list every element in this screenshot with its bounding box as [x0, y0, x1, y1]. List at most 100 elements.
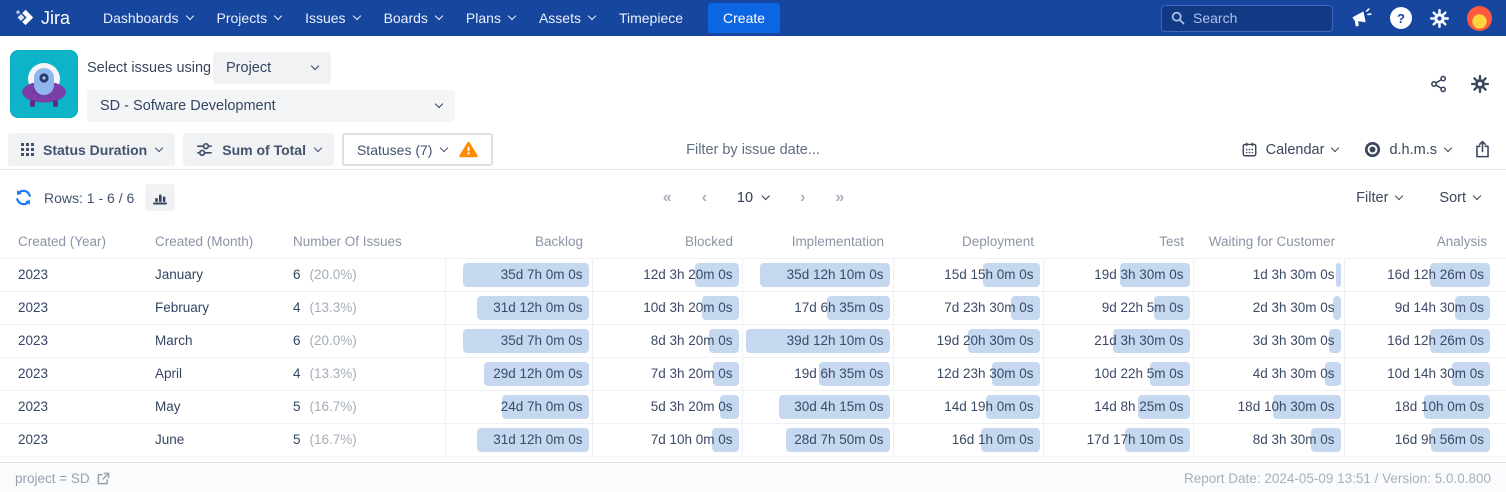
nav-item-label: Timepiece — [618, 10, 684, 26]
cell-duration-implementation: 39d 12h 10m 0s — [741, 323, 893, 357]
jira-logo-icon — [14, 8, 35, 29]
user-avatar[interactable] — [1467, 5, 1492, 31]
duration-value: 15d 15h 0m 0s — [944, 266, 1034, 282]
cell-number-of-issues: 5 (16.7%) — [275, 389, 445, 423]
time-format-value: d.h.m.s — [1389, 141, 1437, 158]
last-page-button[interactable]: » — [835, 189, 844, 207]
cell-created-year: 2023 — [0, 356, 137, 390]
statuses-value: Statuses (7) — [356, 141, 433, 158]
duration-value: 7d 3h 20m 0s — [650, 365, 733, 381]
cell-duration-deployment: 19d 20h 30m 0s — [892, 323, 1043, 357]
global-search[interactable] — [1161, 4, 1333, 32]
duration-value: 18d 10h 30m 0s — [1237, 398, 1335, 414]
duration-value: 21d 3h 30m 0s — [1094, 332, 1184, 348]
column-header-implementation: Implementation — [791, 233, 884, 249]
previous-page-button[interactable]: ‹ — [702, 189, 707, 207]
issue-percentage: (20.0%) — [309, 333, 357, 348]
project-select[interactable]: SD - Sofware Development — [87, 90, 455, 122]
share-icon — [1429, 74, 1449, 94]
brand-text: Jira — [41, 7, 71, 28]
cell-duration-test: 9d 22h 5m 0s — [1042, 290, 1193, 324]
chevron-down-icon — [273, 11, 283, 21]
cell-created-month: February — [137, 290, 275, 324]
duration-value: 18d 10h 0m 0s — [1394, 398, 1484, 414]
nav-item-dashboards[interactable]: Dashboards — [92, 4, 204, 32]
report-type-select[interactable]: Status Duration — [8, 133, 176, 166]
settings-button[interactable] — [1429, 8, 1450, 29]
gear-icon — [1470, 74, 1490, 94]
chart-view-button[interactable] — [145, 184, 176, 211]
jira-logo[interactable]: Jira — [14, 8, 70, 29]
statuses-select[interactable]: Statuses (7) — [341, 133, 494, 166]
search-input[interactable] — [1193, 10, 1318, 26]
cell-duration-blocked: 5d 3h 20m 0s — [591, 389, 742, 423]
external-link-icon[interactable] — [97, 472, 110, 485]
pagination-controls: « ‹ 10 › » — [663, 189, 845, 207]
export-button[interactable] — [1473, 140, 1492, 159]
aggregation-select[interactable]: Sum of Total — [183, 133, 334, 166]
cell-created-month: January — [137, 257, 275, 291]
main-nav: Dashboards Projects Issues Boards Plans Asset… — [92, 4, 694, 32]
search-icon — [1171, 11, 1185, 25]
chevron-down-icon — [1331, 143, 1340, 152]
cell-duration-implementation: 17d 6h 35m 0s — [741, 290, 893, 324]
nav-item-plans[interactable]: Plans — [455, 4, 526, 32]
calendar-select[interactable]: Calendar — [1241, 141, 1340, 158]
refresh-button[interactable] — [14, 188, 33, 207]
filter-label: Filter — [1356, 189, 1389, 206]
time-format-select[interactable]: d.h.m.s — [1364, 141, 1453, 158]
duration-value: 19d 6h 35m 0s — [794, 365, 884, 381]
calendar-icon — [1241, 141, 1258, 158]
issue-count: 4 — [293, 366, 301, 381]
column-header-test: Test — [1159, 233, 1184, 249]
chevron-down-icon — [434, 11, 444, 21]
cell-duration-deployment: 7d 23h 30m 0s — [892, 290, 1043, 324]
sliders-icon — [196, 141, 213, 158]
table-row: 2023 June 5 (16.7%) 31d 12h 0m 0s 7d 10h 0m 0… — [0, 422, 1506, 457]
report-type-value: Status Duration — [43, 141, 148, 158]
help-button[interactable]: ? — [1390, 7, 1412, 29]
nav-item-timepiece[interactable]: Timepiece — [608, 4, 694, 32]
cell-duration-analysis: 10d 14h 30m 0s — [1343, 356, 1506, 390]
issue-source-select[interactable]: Project — [213, 52, 331, 84]
duration-value: 1d 3h 30m 0s — [1252, 266, 1335, 282]
duration-value: 9d 22h 5m 0s — [1101, 299, 1184, 315]
share-button[interactable] — [1429, 74, 1449, 94]
duration-value: 7d 23h 30m 0s — [944, 299, 1034, 315]
chevron-down-icon — [587, 11, 597, 21]
page-size-select[interactable]: 10 — [737, 190, 771, 206]
report-footer: project = SD Report Date: 2024-05-09 13:… — [0, 461, 1506, 492]
create-button[interactable]: Create — [708, 3, 781, 33]
chevron-down-icon — [352, 11, 361, 21]
duration-value: 14d 19h 0m 0s — [944, 398, 1034, 414]
column-header-created-month: Created (Month) — [155, 233, 254, 249]
announcements-button[interactable] — [1350, 7, 1373, 29]
issue-date-filter[interactable]: Filter by issue date... — [686, 142, 820, 158]
duration-value: 28d 7h 50m 0s — [794, 431, 884, 447]
nav-item-assets[interactable]: Assets — [528, 4, 606, 32]
issue-percentage: (16.7%) — [309, 399, 357, 414]
chevron-down-icon — [154, 143, 164, 152]
cell-created-month: May — [137, 389, 275, 423]
column-header-blocked: Blocked — [684, 233, 733, 249]
duration-value: 16d 12h 26m 0s — [1387, 332, 1484, 348]
cell-number-of-issues: 6 (20.0%) — [275, 257, 445, 291]
cell-duration-deployment: 16d 1h 0m 0s — [892, 422, 1043, 457]
sort-button[interactable]: Sort — [1439, 190, 1482, 206]
project-select-value: SD - Sofware Development — [100, 98, 276, 114]
nav-item-projects[interactable]: Projects — [206, 4, 293, 32]
cell-duration-test: 17d 17h 10m 0s — [1042, 422, 1193, 457]
cell-created-year: 2023 — [0, 389, 137, 423]
nav-item-issues[interactable]: Issues — [294, 4, 370, 32]
app-settings-button[interactable] — [1470, 74, 1490, 94]
cell-number-of-issues: 6 (20.0%) — [275, 323, 445, 357]
eye-target-icon — [1364, 141, 1381, 158]
report-date-version: Report Date: 2024-05-09 13:51 / Version:… — [1184, 471, 1491, 486]
next-page-button[interactable]: › — [800, 189, 805, 207]
nav-item-boards[interactable]: Boards — [373, 4, 453, 32]
issue-source-value: Project — [226, 60, 272, 76]
rows-count-label: Rows: 1 - 6 / 6 — [44, 189, 135, 206]
cell-duration-blocked: 12d 3h 20m 0s — [591, 257, 742, 291]
first-page-button[interactable]: « — [663, 189, 672, 207]
filter-button[interactable]: Filter — [1356, 189, 1404, 206]
